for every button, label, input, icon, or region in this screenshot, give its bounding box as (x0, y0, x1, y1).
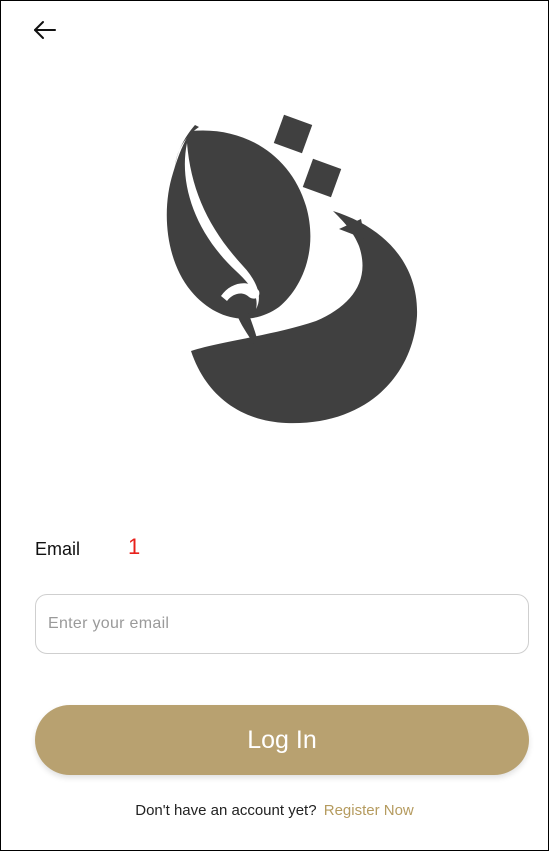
calligraphy-logo-icon (166, 114, 418, 424)
register-prompt: Don't have an account yet? Register Now (1, 802, 548, 819)
email-field[interactable] (35, 594, 529, 654)
email-label: Email (35, 539, 81, 559)
annotation-marker: 1 (128, 534, 141, 559)
back-button[interactable] (31, 17, 59, 45)
register-prompt-text: Don't have an account yet? (135, 802, 317, 819)
arrow-left-icon (34, 21, 56, 39)
login-screen: Email 1 Log In Don't have an account yet… (0, 0, 549, 851)
login-button[interactable]: Log In (35, 705, 529, 775)
register-now-link[interactable]: Register Now (324, 802, 414, 819)
